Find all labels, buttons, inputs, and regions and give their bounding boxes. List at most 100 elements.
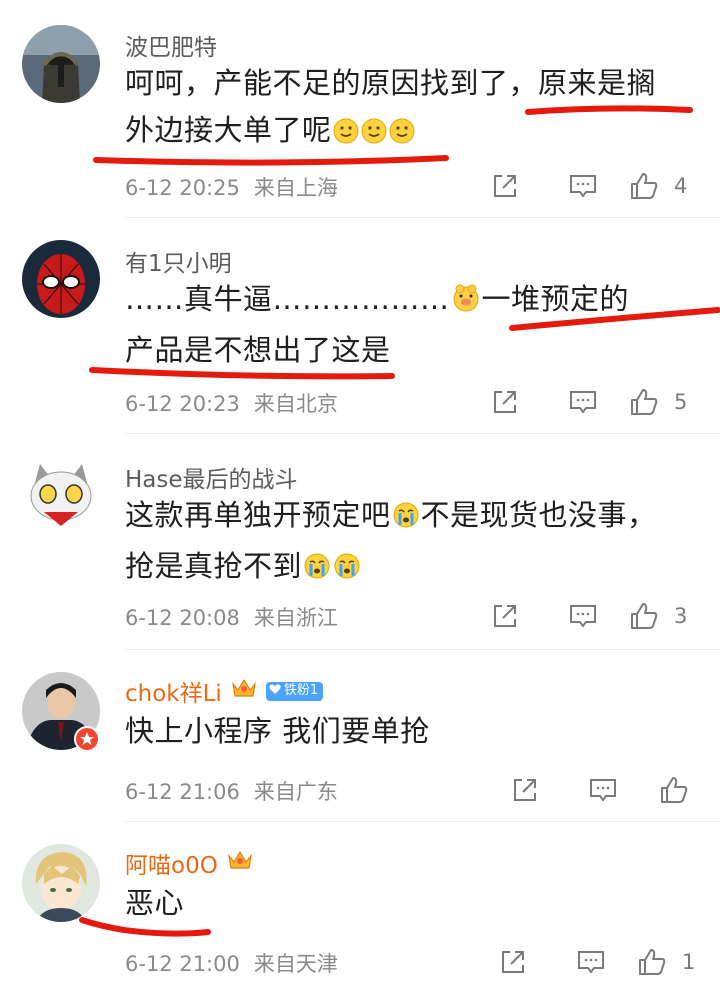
share-button[interactable] [490, 166, 520, 206]
username[interactable]: 波巴肥特 [125, 28, 217, 62]
like-button[interactable]: 5 [628, 382, 687, 422]
username-text[interactable]: Hase最后的战斗 [125, 460, 298, 494]
comment-meta: 6-12 20:08 来自浙江 [125, 602, 338, 632]
comment-meta: 6-12 21:06 来自广东 [125, 776, 338, 806]
share-button[interactable] [490, 596, 520, 636]
comment-meta: 6-12 20:23 来自北京 [125, 388, 338, 418]
comment-icon [568, 171, 598, 201]
comment-line: 一堆预定的 [481, 282, 630, 316]
comment-item: 有1只小明 ……真牛逼……………… 一堆预定的 产品是不想出了这是 6-12 20… [0, 218, 720, 434]
comment-button[interactable] [568, 166, 598, 206]
action-bar: 3 [480, 596, 720, 636]
crying-emoji-icon [333, 547, 361, 594]
like-button[interactable] [658, 770, 704, 810]
like-button[interactable]: 4 [628, 166, 687, 206]
crown-icon [230, 676, 258, 706]
comment-icon [588, 775, 618, 805]
share-button[interactable] [490, 382, 520, 422]
verified-badge-icon [74, 726, 100, 752]
heart-icon [269, 683, 281, 700]
share-icon [490, 387, 520, 417]
location: 来自浙江 [253, 606, 338, 630]
comment-icon [568, 601, 598, 631]
timestamp: 6-12 21:00 [125, 952, 240, 976]
like-icon [636, 946, 668, 978]
comment-line: 抢是真抢不到 [125, 549, 303, 583]
comment-line-with-emoji: 外边接大单了呢 [125, 107, 702, 158]
comment-meta: 6-12 21:00 来自天津 [125, 948, 338, 978]
share-icon [510, 775, 540, 805]
like-icon [628, 386, 660, 418]
username[interactable]: 阿喵o0O [125, 846, 254, 880]
comment-text: 恶心 [125, 880, 702, 927]
share-icon [490, 601, 520, 631]
comment-line: 恶心 [125, 886, 185, 920]
comment-button[interactable] [588, 770, 618, 810]
comment-line: ……真牛逼……………… [125, 282, 450, 316]
username[interactable]: chok祥Li 铁粉1 [125, 674, 324, 708]
like-button[interactable]: 1 [636, 942, 695, 982]
comment-line: 这款再单独开预定吧 [125, 498, 391, 532]
location: 来自上海 [253, 176, 338, 200]
comment-item: 波巴肥特 呵呵，产能不足的原因找到了，原来是搁 外边接大单了呢 6-12 20:… [0, 0, 720, 218]
smile-emoji-icon [333, 111, 359, 158]
share-icon [498, 947, 528, 977]
comment-line: 快上小程序 我们要单抢 [125, 714, 430, 748]
like-icon [658, 774, 690, 806]
avatar[interactable] [22, 456, 100, 534]
avatar[interactable] [22, 240, 100, 318]
smile-emoji-icon [361, 111, 387, 158]
comment-icon [568, 387, 598, 417]
like-count: 3 [674, 604, 688, 628]
location: 来自北京 [253, 392, 338, 416]
crying-emoji-icon [303, 547, 331, 594]
crown-icon [226, 848, 254, 878]
comment-text: 快上小程序 我们要单抢 [125, 708, 702, 755]
timestamp: 6-12 20:08 [125, 606, 240, 630]
username-text[interactable]: 有1只小明 [125, 244, 232, 278]
comment-button[interactable] [576, 942, 606, 982]
comment-button[interactable] [568, 596, 598, 636]
timestamp: 6-12 21:06 [125, 780, 240, 804]
avatar[interactable] [22, 25, 100, 103]
comment-item: chok祥Li 铁粉1 快上小程序 我们要单抢 6-12 21:06 来自广东 [0, 650, 720, 820]
comment-item: 阿喵o0O 恶心 6-12 21:00 来自天津 1 [0, 822, 720, 986]
crying-emoji-icon [392, 496, 420, 543]
fan-badge-label: 铁粉1 [283, 683, 319, 698]
timestamp: 6-12 20:23 [125, 392, 240, 416]
username-text[interactable]: 阿喵o0O [125, 846, 218, 880]
action-bar: 5 [480, 382, 720, 422]
comment-icon [576, 947, 606, 977]
username-text[interactable]: chok祥Li [125, 674, 222, 708]
avatar[interactable] [22, 672, 100, 752]
smile-emoji-icon [389, 111, 415, 158]
comment-line-with-emoji: 这款再单独开预定吧 不是现货也没事， [125, 492, 702, 543]
comment-item: Hase最后的战斗 这款再单独开预定吧 不是现货也没事， 抢是真抢不到 6-12 … [0, 434, 720, 650]
avatar[interactable] [22, 844, 100, 922]
share-icon [490, 171, 520, 201]
like-count: 5 [674, 390, 688, 414]
username-text[interactable]: 波巴肥特 [125, 28, 217, 62]
comment-text: ……真牛逼……………… 一堆预定的 产品是不想出了这是 [125, 276, 702, 374]
comment-line: 产品是不想出了这是 [125, 333, 391, 367]
like-icon [628, 170, 660, 202]
comment-button[interactable] [568, 382, 598, 422]
comment-line-with-emoji: 抢是真抢不到 [125, 543, 702, 594]
fan-badge: 铁粉1 [265, 681, 324, 701]
comment-text: 呵呵，产能不足的原因找到了，原来是搁 外边接大单了呢 [125, 60, 702, 158]
username[interactable]: Hase最后的战斗 [125, 460, 298, 494]
share-button[interactable] [498, 942, 528, 982]
location: 来自广东 [253, 780, 338, 804]
comment-line-with-emoji: ……真牛逼……………… 一堆预定的 [125, 276, 702, 327]
comment-meta: 6-12 20:25 来自上海 [125, 172, 338, 202]
comment-line: 不是现货也没事， [420, 498, 657, 532]
like-icon [628, 600, 660, 632]
pig-face-emoji-icon [451, 280, 481, 327]
like-button[interactable]: 3 [628, 596, 687, 636]
action-bar: 4 [480, 166, 720, 206]
comment-text: 这款再单独开预定吧 不是现货也没事， 抢是真抢不到 [125, 492, 702, 594]
comment-line: 外边接大单了呢 [125, 113, 332, 147]
username[interactable]: 有1只小明 [125, 244, 232, 278]
like-count: 1 [682, 950, 696, 974]
share-button[interactable] [510, 770, 540, 810]
